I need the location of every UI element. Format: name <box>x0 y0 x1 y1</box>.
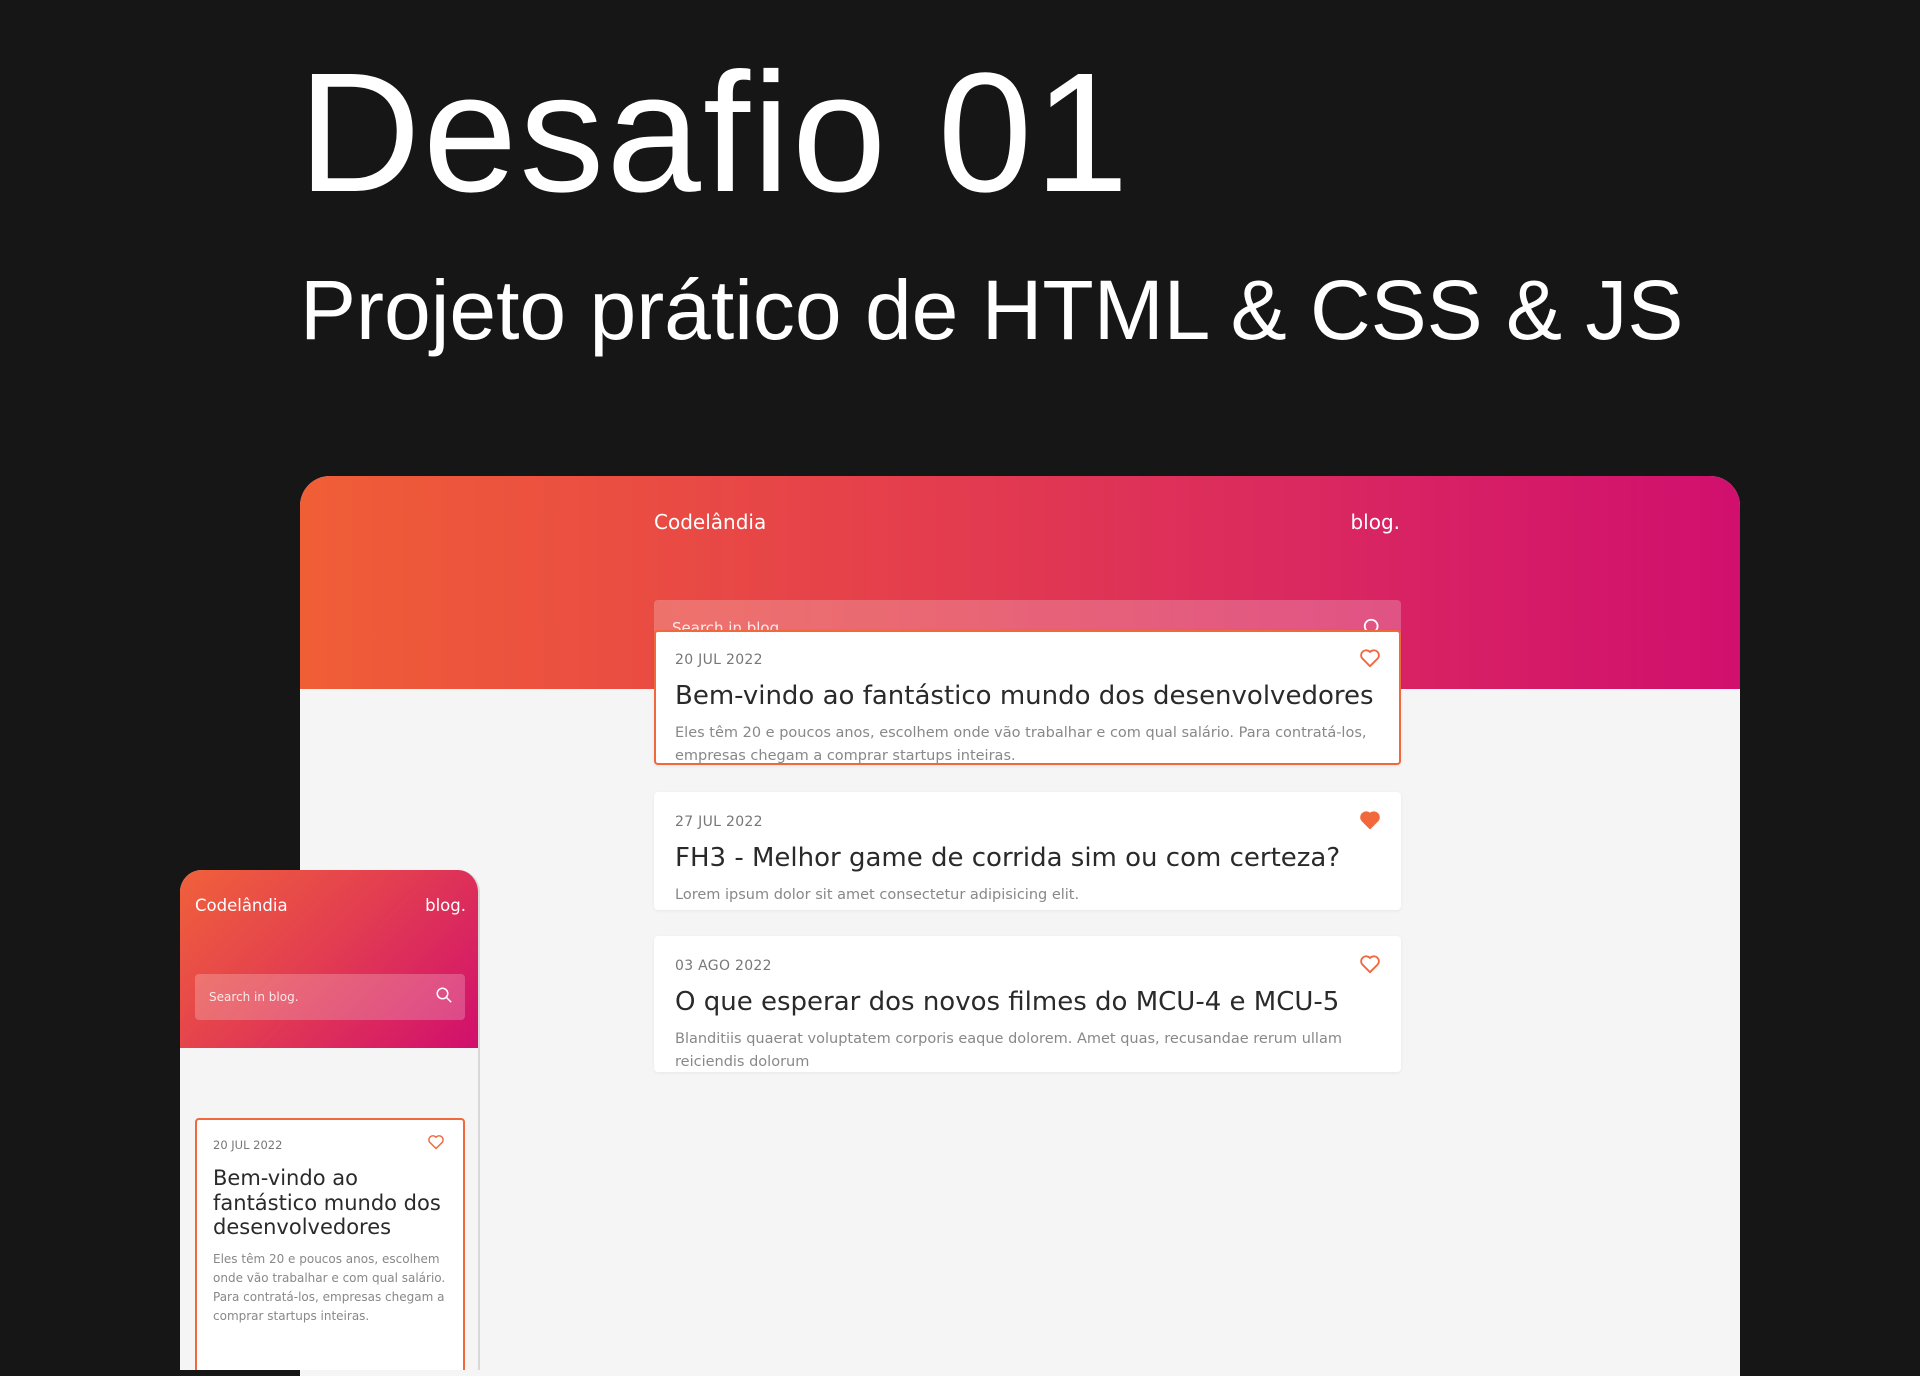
post-card[interactable]: 27 JUL 2022 FH3 - Melhor game de corrida… <box>654 792 1401 910</box>
post-title[interactable]: FH3 - Melhor game de corrida sim ou com … <box>675 843 1381 874</box>
post-title[interactable]: O que esperar dos novos filmes do MCU-4 … <box>675 987 1381 1018</box>
search-bar[interactable] <box>195 974 465 1020</box>
post-date: 20 JUL 2022 <box>675 652 763 668</box>
search-input[interactable] <box>207 989 435 1005</box>
brand-logo[interactable]: Codelândia <box>195 896 288 915</box>
post-date: 03 AGO 2022 <box>675 958 772 974</box>
heart-outline-icon[interactable] <box>1359 954 1381 974</box>
mobile-mockup: Codelândia blog. 20 JUL 2022 Bem-vindo a… <box>180 870 480 1370</box>
post-card[interactable]: 20 JUL 2022 Bem-vindo ao fantástico mund… <box>195 1118 465 1370</box>
post-date: 20 JUL 2022 <box>213 1138 283 1152</box>
page-subtitle: Projeto prático de HTML & CSS & JS <box>300 263 1684 357</box>
page-title: Desafio 01 <box>298 38 1131 228</box>
post-excerpt: Lorem ipsum dolor sit amet consectetur a… <box>675 886 1080 903</box>
search-icon[interactable] <box>435 986 453 1008</box>
post-title[interactable]: Bem-vindo ao fantástico mundo dos desenv… <box>675 681 1381 712</box>
desktop-mockup: Codelândia blog. 20 JUL 2022 Bem-vindo a… <box>300 476 1740 1376</box>
blog-header: Codelândia blog. <box>180 870 478 1048</box>
heart-outline-icon[interactable] <box>427 1134 445 1150</box>
post-excerpt: Blanditiis quaerat voluptatem corporis e… <box>675 1030 1342 1071</box>
blog-link[interactable]: blog. <box>1300 510 1400 534</box>
post-card[interactable]: 03 AGO 2022 O que esperar dos novos film… <box>654 936 1401 1072</box>
post-card[interactable]: 20 JUL 2022 Bem-vindo ao fantástico mund… <box>654 630 1401 765</box>
post-title[interactable]: Bem-vindo ao fantástico mundo dos desenv… <box>213 1166 447 1240</box>
heart-filled-icon[interactable] <box>1359 810 1381 830</box>
heart-outline-icon[interactable] <box>1359 648 1381 668</box>
blog-link[interactable]: blog. <box>425 896 466 915</box>
post-excerpt: Eles têm 20 e poucos anos, escolhem onde… <box>213 1251 446 1324</box>
brand-logo[interactable]: Codelândia <box>654 510 766 534</box>
post-date: 27 JUL 2022 <box>675 814 763 830</box>
post-excerpt: Eles têm 20 e poucos anos, escolhem onde… <box>675 724 1367 765</box>
